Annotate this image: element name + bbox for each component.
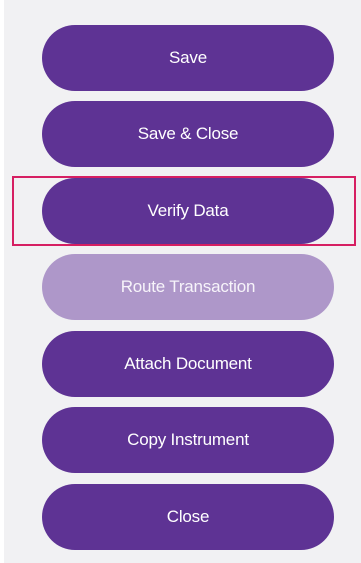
close-button[interactable]: Close xyxy=(42,484,334,550)
save-and-close-button[interactable]: Save & Close xyxy=(42,101,334,167)
verify-data-button[interactable]: Verify Data xyxy=(42,178,334,244)
attach-document-button[interactable]: Attach Document xyxy=(42,331,334,397)
route-transaction-button: Route Transaction xyxy=(42,254,334,320)
action-panel: Save Save & Close Verify Data Route Tran… xyxy=(4,0,361,563)
copy-instrument-button[interactable]: Copy Instrument xyxy=(42,407,334,473)
save-button[interactable]: Save xyxy=(42,25,334,91)
